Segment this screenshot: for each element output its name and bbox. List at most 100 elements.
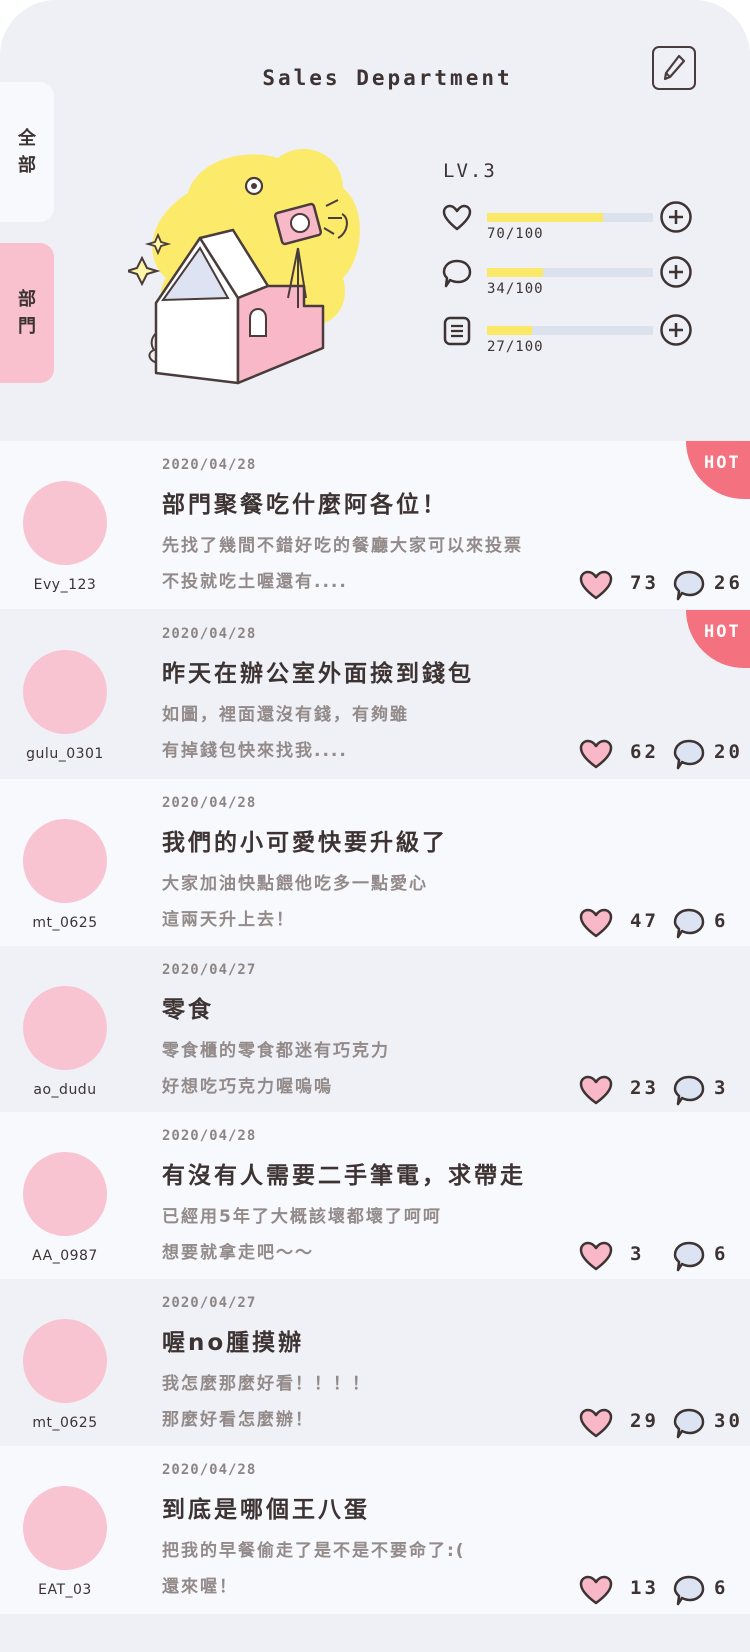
post-row[interactable]: AA_0987 2020/04/28 有沒有人需要二手筆電，求帶走已經用5年了大概該… bbox=[0, 1112, 750, 1280]
add-love-button[interactable] bbox=[659, 200, 693, 234]
comment-icon[interactable] bbox=[672, 1573, 706, 1607]
post-preview-line-2: 那麼好看怎麼辦！ bbox=[162, 1410, 314, 1430]
love-progress-text: 70/100 bbox=[487, 226, 544, 242]
heart-icon bbox=[442, 204, 472, 231]
post-preview-line-2: 好想吃巧克力喔嗚嗚 bbox=[162, 1077, 333, 1097]
post-date: 2020/04/28 bbox=[162, 1462, 257, 1478]
comment-count: 6 bbox=[714, 1577, 729, 1599]
avatar[interactable] bbox=[23, 650, 107, 734]
comment-progress-fill bbox=[487, 268, 544, 277]
hot-badge: HOT bbox=[686, 610, 750, 668]
post-title[interactable]: 喔no腫摸辦 bbox=[162, 1323, 304, 1357]
comment-icon[interactable] bbox=[672, 568, 706, 602]
avatar[interactable] bbox=[23, 1152, 107, 1236]
heart-icon[interactable] bbox=[578, 1574, 614, 1606]
post-date: 2020/04/28 bbox=[162, 1128, 257, 1144]
post-title[interactable]: 部門聚餐吃什麼阿各位！ bbox=[162, 485, 448, 519]
heart-icon[interactable] bbox=[578, 738, 614, 770]
post-progress-fill bbox=[487, 326, 532, 335]
post-preview-line-2: 有掉錢包快來找我.... bbox=[162, 741, 348, 761]
heart-icon[interactable] bbox=[578, 907, 614, 939]
post-title[interactable]: 到底是哪個王八蛋 bbox=[162, 1490, 370, 1524]
post-title[interactable]: 有沒有人需要二手筆電，求帶走 bbox=[162, 1156, 526, 1190]
post-preview-line-1: 先找了幾間不錯好吃的餐廳大家可以來投票 bbox=[162, 536, 523, 556]
love-progress-bar bbox=[487, 213, 653, 222]
comment-icon bbox=[442, 259, 472, 288]
like-count: 23 bbox=[630, 1077, 659, 1099]
avatar[interactable] bbox=[23, 481, 107, 565]
heart-icon[interactable] bbox=[578, 1074, 614, 1106]
pencil-icon bbox=[663, 54, 686, 81]
post-row[interactable]: mt_0625 2020/04/27 喔no腫摸辦 我怎麼那麼好看！！！！ 那麼好看怎麼… bbox=[0, 1279, 750, 1447]
post-progress-bar bbox=[487, 326, 653, 335]
post-title[interactable]: 我們的小可愛快要升級了 bbox=[162, 823, 448, 857]
comment-icon[interactable] bbox=[672, 737, 706, 771]
comment-count: 20 bbox=[714, 741, 743, 763]
username[interactable]: mt_0625 bbox=[0, 915, 130, 931]
username[interactable]: Evy_123 bbox=[0, 577, 130, 593]
post-preview-line-2: 想要就拿走吧～～ bbox=[162, 1243, 314, 1263]
avatar[interactable] bbox=[23, 1486, 107, 1570]
post-preview-line-2: 不投就吃土喔還有.... bbox=[162, 572, 348, 592]
post-preview-line-1: 零食櫃的零食都迷有巧克力 bbox=[162, 1041, 390, 1061]
edit-button[interactable] bbox=[652, 46, 696, 90]
comment-icon[interactable] bbox=[672, 1073, 706, 1107]
comment-icon[interactable] bbox=[672, 906, 706, 940]
heart-icon[interactable] bbox=[578, 569, 614, 601]
username[interactable]: EAT_03 bbox=[0, 1582, 130, 1598]
stat-comment: 34/100 bbox=[441, 255, 721, 307]
add-post-button[interactable] bbox=[659, 313, 693, 347]
username[interactable]: ao_dudu bbox=[0, 1082, 130, 1098]
post-preview-line-2: 還來喔！ bbox=[162, 1577, 238, 1597]
comment-progress-text: 34/100 bbox=[487, 281, 544, 297]
post-preview-line-1: 已經用5年了大概該壞都壞了呵呵 bbox=[162, 1207, 442, 1227]
post-title[interactable]: 昨天在辦公室外面撿到錢包 bbox=[162, 654, 474, 688]
like-count: 62 bbox=[630, 741, 659, 763]
tab-dept-char-1: 部 bbox=[18, 289, 36, 310]
avatar[interactable] bbox=[23, 1319, 107, 1403]
post-row[interactable]: mt_0625 2020/04/28 我們的小可愛快要升級了大家加油快點餵他吃多一點… bbox=[0, 779, 750, 947]
department-header: Sales Department 全 部 部 門 LV.3 70/100 34/… bbox=[0, 0, 750, 441]
tab-all[interactable]: 全 部 bbox=[0, 82, 54, 222]
comment-count: 6 bbox=[714, 910, 729, 932]
comment-icon[interactable] bbox=[672, 1406, 706, 1440]
stat-post: 27/100 bbox=[441, 313, 721, 365]
avatar[interactable] bbox=[23, 819, 107, 903]
username[interactable]: mt_0625 bbox=[0, 1415, 130, 1431]
post-row[interactable]: Evy_123 2020/04/28 部門聚餐吃什麼阿各位！ 先找了幾間不錯好吃的餐廳… bbox=[0, 441, 750, 609]
heart-icon[interactable] bbox=[578, 1407, 614, 1439]
like-count: 13 bbox=[630, 1577, 659, 1599]
post-preview-line-1: 我怎麼那麼好看！！！！ bbox=[162, 1374, 371, 1394]
avatar[interactable] bbox=[23, 986, 107, 1070]
level-label: LV.3 bbox=[443, 160, 497, 182]
comment-progress-bar bbox=[487, 268, 653, 277]
comment-icon[interactable] bbox=[672, 1239, 706, 1273]
comment-count: 3 bbox=[714, 1077, 729, 1099]
post-row[interactable]: gulu_0301 2020/04/28 昨天在辦公室外面撿到錢包 如圖，裡面還沒有錢… bbox=[0, 610, 750, 778]
tab-department[interactable]: 部 門 bbox=[0, 243, 54, 383]
department-title: Sales Department bbox=[262, 66, 513, 90]
like-count: 73 bbox=[630, 572, 659, 594]
post-preview-line-2: 這兩天升上去！ bbox=[162, 910, 295, 930]
post-date: 2020/04/28 bbox=[162, 626, 257, 642]
post-title[interactable]: 零食 bbox=[162, 990, 214, 1024]
post-preview-line-1: 把我的早餐偷走了是不是不要命了:( bbox=[162, 1541, 466, 1561]
department-illustration bbox=[128, 149, 360, 385]
stat-love: 70/100 bbox=[441, 200, 721, 252]
post-row[interactable]: EAT_03 2020/04/28 到底是哪個王八蛋把我的早餐偷走了是不是不要命了:… bbox=[0, 1446, 750, 1614]
tab-all-char-1: 全 bbox=[18, 128, 36, 149]
comment-count: 26 bbox=[714, 572, 743, 594]
username[interactable]: gulu_0301 bbox=[0, 746, 130, 762]
hot-badge: HOT bbox=[686, 441, 750, 499]
comment-count: 6 bbox=[714, 1243, 729, 1265]
hot-badge-label: HOT bbox=[704, 453, 741, 473]
tab-all-char-2: 部 bbox=[18, 155, 36, 176]
post-preview-line-1: 大家加油快點餵他吃多一點愛心 bbox=[162, 874, 428, 894]
post-progress-text: 27/100 bbox=[487, 339, 544, 355]
post-date: 2020/04/28 bbox=[162, 795, 257, 811]
add-comment-button[interactable] bbox=[659, 255, 693, 289]
heart-icon[interactable] bbox=[578, 1240, 614, 1272]
username[interactable]: AA_0987 bbox=[0, 1248, 130, 1264]
post-row[interactable]: ao_dudu 2020/04/27 零食 零食櫃的零食都迷有巧克力 好想吃巧克力喔嗚嗚… bbox=[0, 946, 750, 1114]
app-screen: Sales Department 全 部 部 門 LV.3 70/100 34/… bbox=[0, 0, 750, 1652]
